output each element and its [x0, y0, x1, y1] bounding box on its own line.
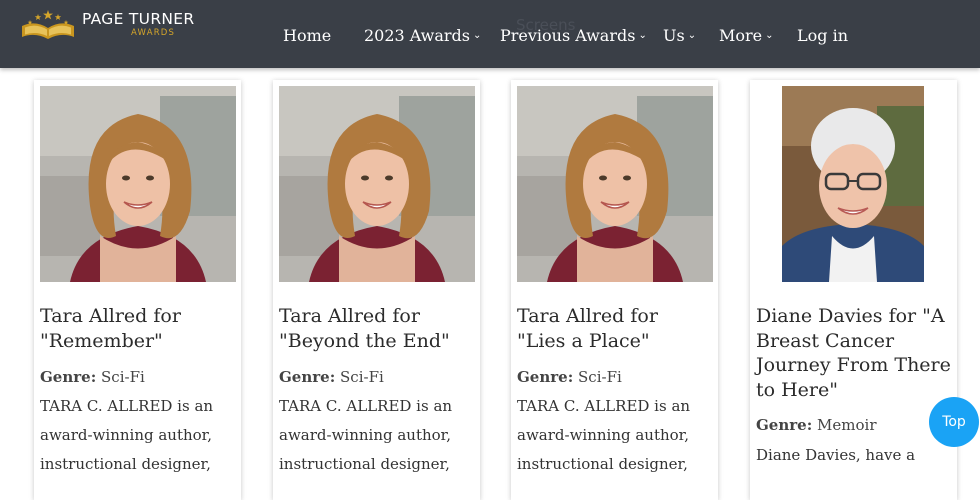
nav-more[interactable]: More ⌄: [719, 23, 774, 47]
genre-label: Genre:: [279, 368, 336, 386]
author-bio: TARA C. ALLRED is an award-winning autho…: [517, 392, 714, 479]
nav-previous-awards[interactable]: Previous Awards ⌄: [500, 23, 647, 47]
nav-login[interactable]: Log in: [797, 23, 848, 47]
author-photo[interactable]: [517, 86, 713, 282]
author-portrait-icon: [782, 86, 924, 282]
genre-value: Sci-Fi: [578, 368, 622, 386]
nav-previous-awards-label: Previous Awards: [500, 25, 636, 45]
author-bio: TARA C. ALLRED is an award-winning autho…: [40, 392, 237, 479]
chevron-down-icon: ⌄: [472, 29, 482, 41]
author-photo[interactable]: [279, 86, 475, 282]
author-photo[interactable]: [40, 86, 236, 282]
winner-card: Tara Allred for "Lies a Place" Genre: Sc…: [511, 80, 718, 500]
winner-card: Tara Allred for "Remember" Genre: Sci-Fi…: [34, 80, 241, 500]
chevron-down-icon: ⌄: [765, 29, 774, 41]
bio-line: award-winning author,: [517, 426, 689, 444]
nav-login-label: Log in: [797, 25, 849, 45]
winner-card: Diane Davies for "A Breast Cancer Journe…: [750, 80, 957, 500]
open-book-logo-icon: [22, 10, 74, 39]
nav-us[interactable]: Us ⌄: [663, 23, 696, 47]
card-title: Tara Allred for "Remember": [40, 305, 181, 352]
genre-label: Genre:: [756, 416, 813, 434]
nav-home[interactable]: Home: [283, 23, 331, 47]
genre-line: Genre: Sci-Fi: [40, 368, 237, 386]
author-bio: Diane Davies, have a: [756, 441, 953, 470]
genre-value: Memoir: [817, 416, 877, 434]
bio-line: Diane Davies, have a: [756, 446, 916, 464]
nav-more-label: More: [719, 25, 763, 45]
chevron-down-icon: ⌄: [687, 29, 697, 41]
site-header: Screens PAGE TURNER AWARDS Home 2023 Awa…: [0, 0, 980, 68]
scroll-to-top-button[interactable]: Top: [929, 397, 979, 447]
scroll-to-top-label: Top: [942, 414, 966, 430]
bio-line: TARA C. ALLRED is an: [40, 397, 214, 415]
genre-value: Sci-Fi: [340, 368, 384, 386]
author-bio: TARA C. ALLRED is an award-winning autho…: [279, 392, 476, 479]
bio-line: TARA C. ALLRED is an: [517, 397, 691, 415]
bio-line: instructional designer,: [279, 455, 450, 473]
genre-label: Genre:: [517, 368, 574, 386]
nav-us-label: Us: [663, 25, 685, 45]
author-portrait-icon: [517, 86, 713, 282]
bio-line: TARA C. ALLRED is an: [279, 397, 453, 415]
genre-value: Sci-Fi: [101, 368, 145, 386]
chevron-down-icon: ⌄: [638, 29, 647, 41]
author-portrait-icon: [279, 86, 475, 282]
nav-home-label: Home: [283, 25, 332, 45]
logo-name: PAGE TURNER: [82, 10, 195, 28]
genre-line: Genre: Sci-Fi: [279, 368, 476, 386]
card-title: Diane Davies for "A Breast Cancer Journe…: [756, 305, 951, 401]
bio-line: award-winning author,: [279, 426, 451, 444]
genre-line: Genre: Memoir: [756, 416, 953, 434]
bio-line: instructional designer,: [517, 455, 688, 473]
winner-card: Tara Allred for "Beyond the End" Genre: …: [273, 80, 480, 500]
genre-label: Genre:: [40, 368, 97, 386]
card-title: Tara Allred for "Beyond the End": [279, 305, 450, 352]
nav-2023-awards[interactable]: 2023 Awards ⌄: [364, 23, 481, 47]
author-portrait-icon: [40, 86, 236, 282]
author-photo[interactable]: [782, 86, 924, 282]
logo-subtitle: AWARDS: [131, 28, 176, 38]
site-logo[interactable]: PAGE TURNER AWARDS: [18, 4, 198, 44]
genre-line: Genre: Sci-Fi: [517, 368, 714, 386]
bio-line: instructional designer,: [40, 455, 211, 473]
nav-2023-awards-label: 2023 Awards: [364, 25, 470, 45]
bio-line: award-winning author,: [40, 426, 212, 444]
card-title: Tara Allred for "Lies a Place": [517, 305, 658, 352]
